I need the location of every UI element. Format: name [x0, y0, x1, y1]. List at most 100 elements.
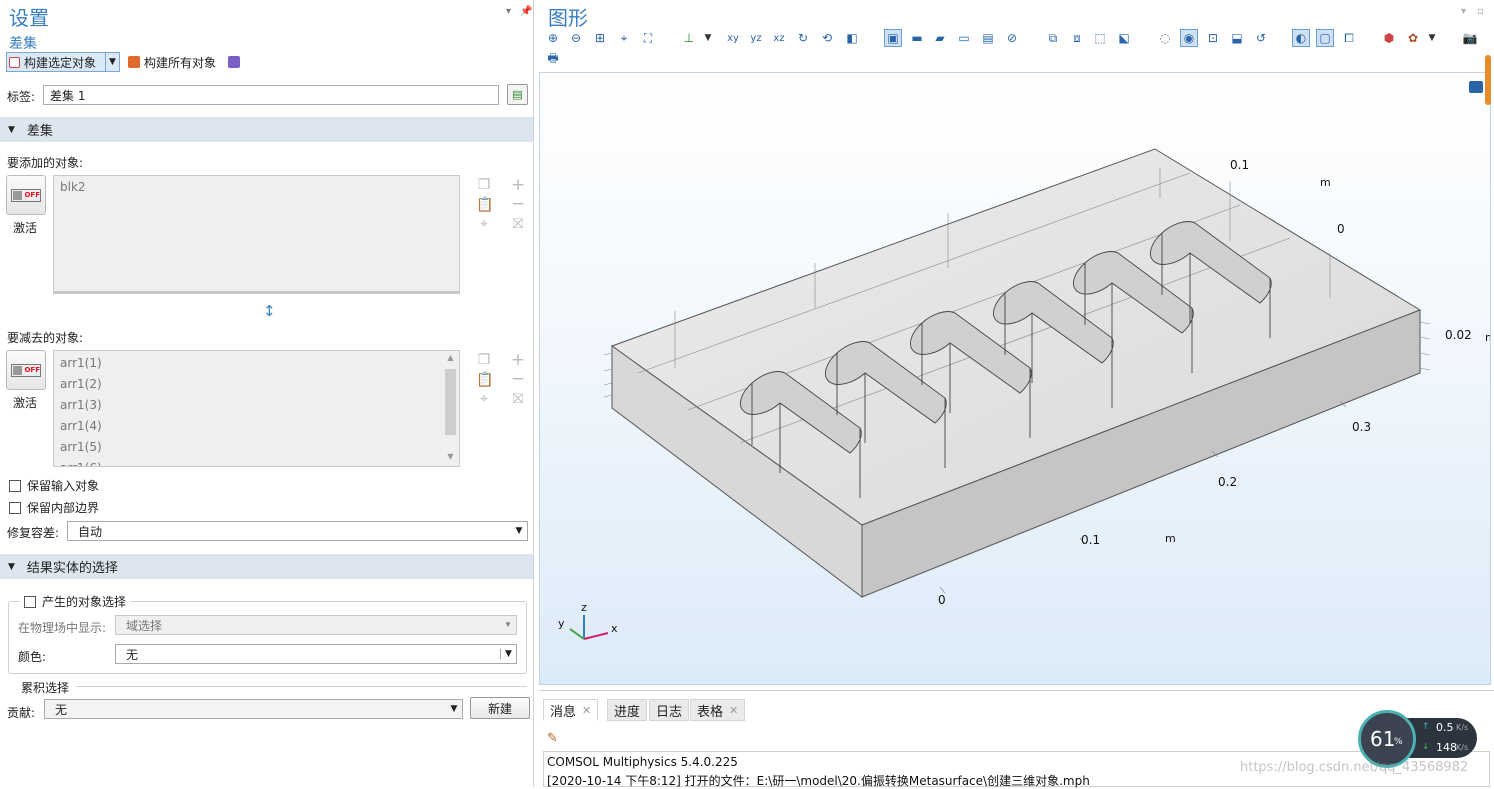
select-boundaries-icon[interactable]: ▰ — [931, 29, 949, 47]
camera-icon[interactable]: 📷 — [1461, 29, 1479, 47]
zoom-selected-icon[interactable]: ⌖ — [615, 29, 633, 47]
color-palette-icon[interactable]: ✿ — [1404, 29, 1422, 47]
label-input[interactable]: 差集 1 — [43, 85, 499, 105]
pin-icon[interactable]: 📌 — [520, 6, 532, 17]
chevron-down-icon[interactable]: ▼ — [446, 704, 462, 714]
grid-icon[interactable]: ⧠ — [1340, 29, 1358, 47]
checkbox-box[interactable] — [9, 479, 21, 492]
rotate-icon[interactable]: ↻ — [794, 29, 812, 47]
section-result-header[interactable]: ▼ 结果实体的选择 — [0, 554, 533, 579]
tab-table[interactable]: 表格 ✕ — [690, 699, 746, 721]
select-domains-icon[interactable]: ▬ — [908, 29, 926, 47]
select-points-icon[interactable]: ▤ — [979, 29, 997, 47]
paste-icon[interactable]: 📋 — [476, 197, 493, 213]
geometry-render-icon[interactable]: ⬢ — [1380, 29, 1398, 47]
scroll-down-icon[interactable]: ▼ — [442, 452, 459, 461]
view-xz-icon[interactable]: xz — [770, 29, 788, 47]
chevron-down-icon[interactable]: ▼ — [105, 53, 119, 71]
maximize-icon[interactable]: ▫ — [1477, 6, 1484, 17]
chevron-down-icon[interactable]: ▼ — [1423, 29, 1441, 47]
remove-icon[interactable]: − — [510, 369, 526, 389]
list-item[interactable]: arr1(5) — [54, 437, 459, 458]
zoom-in-icon[interactable]: ⊕ — [544, 29, 562, 47]
zoom-extents-icon[interactable]: ⛶ — [639, 29, 657, 47]
objects-to-add-list[interactable]: blk2 — [53, 175, 460, 294]
show-icon[interactable]: ◉ — [1180, 29, 1198, 47]
print-icon[interactable]: 🖶 — [544, 50, 562, 68]
chevron-down-icon[interactable]: ▼ — [511, 526, 527, 536]
remove-icon[interactable]: − — [510, 194, 526, 214]
zoom-box-icon[interactable]: ⊞ — [591, 29, 609, 47]
copy-icon[interactable]: ❐ — [476, 352, 492, 368]
select-all-icon[interactable]: ⬚ — [1091, 29, 1109, 47]
clear-selection-icon[interactable]: ⛝ — [510, 216, 526, 232]
box-deselect-icon[interactable]: ⧈ — [1068, 29, 1086, 47]
color-select[interactable]: 无 ▼ — [115, 644, 517, 664]
zoom-selected-icon[interactable]: ⌖ — [476, 391, 492, 407]
list-item[interactable]: arr1(2) — [54, 374, 459, 395]
view-icon[interactable] — [1469, 81, 1483, 93]
close-icon[interactable]: ✕ — [582, 704, 591, 717]
paste-icon[interactable]: 📋 — [476, 372, 493, 388]
label-edit-icon[interactable]: ▤ — [507, 84, 528, 105]
list-item[interactable]: arr1(4) — [54, 416, 459, 437]
copy-icon[interactable]: ❐ — [476, 177, 492, 193]
clear-selection-icon[interactable]: ⛝ — [510, 391, 526, 407]
chevron-down-icon[interactable]: ▼ — [699, 29, 717, 47]
reset-view-icon[interactable]: ⟲ — [818, 29, 836, 47]
build-options-button[interactable] — [228, 52, 240, 72]
box-select-icon[interactable]: ⧉ — [1044, 29, 1062, 47]
scrollbar[interactable]: ▲ ▼ — [442, 351, 459, 466]
view-yz-icon[interactable]: yz — [747, 29, 765, 47]
keep-input-checkbox[interactable]: 保留输入对象 — [9, 477, 99, 494]
tab-progress[interactable]: 进度 — [607, 699, 648, 721]
wireframe-icon[interactable]: ⊡ — [1204, 29, 1222, 47]
geometry-canvas[interactable]: 0.1 m 0 0.02 m 0.3 0.2 0.1 m 0 z x y — [540, 73, 1490, 684]
contribute-select[interactable]: 无 ▼ — [44, 699, 463, 719]
panel-menu-icon[interactable]: ▾ — [1461, 6, 1466, 17]
new-button[interactable]: 新建 — [470, 697, 530, 719]
add-icon[interactable]: + — [510, 350, 526, 370]
clear-all-icon[interactable]: ⬕ — [1115, 29, 1133, 47]
select-edges-icon[interactable]: ▭ — [955, 29, 973, 47]
activate-add-toggle[interactable]: OFF — [6, 175, 46, 215]
list-item[interactable]: arr1(1) — [54, 353, 459, 374]
graphics-viewport[interactable]: 0.1 m 0 0.02 m 0.3 0.2 0.1 m 0 z x y — [539, 72, 1491, 685]
vertical-scrollbar-thumb[interactable] — [1485, 55, 1491, 105]
views-icon[interactable]: ⊥ — [680, 29, 698, 47]
build-selected-button[interactable]: 构建选定对象 ▼ — [6, 52, 120, 72]
zoom-selected-icon[interactable]: ⌖ — [476, 216, 492, 232]
reset-hiding-icon[interactable]: ↺ — [1252, 29, 1270, 47]
zoom-out-icon[interactable]: ⊖ — [567, 29, 585, 47]
tab-log[interactable]: 日志 — [649, 699, 690, 721]
render-icon[interactable]: ▢ — [1316, 29, 1334, 47]
checkbox-box[interactable] — [24, 595, 36, 608]
tab-messages[interactable]: 消息 ✕ — [543, 699, 599, 721]
resize-handle-icon[interactable]: ↕ — [263, 302, 276, 320]
resulting-selection-checkbox[interactable]: 产生的对象选择 — [20, 593, 131, 610]
add-icon[interactable]: + — [510, 175, 526, 195]
panel-menu-icon[interactable]: ▾ — [506, 6, 511, 17]
select-objects-icon[interactable]: ▣ — [884, 29, 902, 47]
section-difference-header[interactable]: ▼ 差集 — [0, 117, 533, 142]
activate-subtract-toggle[interactable]: OFF — [6, 350, 46, 390]
scroll-up-icon[interactable]: ▲ — [442, 353, 459, 362]
view-xy-icon[interactable]: xy — [724, 29, 742, 47]
clear-messages-icon[interactable]: ✎ — [547, 731, 558, 746]
build-all-button[interactable]: 构建所有对象 — [128, 52, 216, 72]
list-item[interactable]: blk2 — [54, 177, 459, 198]
checkbox-box[interactable] — [9, 501, 21, 514]
list-item[interactable]: arr1(6) — [54, 458, 459, 466]
list-item[interactable]: arr1(3) — [54, 395, 459, 416]
clear-selection-icon[interactable]: ⊘ — [1003, 29, 1021, 47]
objects-to-subtract-list[interactable]: arr1(1) arr1(2) arr1(3) arr1(4) arr1(5) … — [53, 350, 460, 467]
scene-light-icon[interactable]: ◐ — [1292, 29, 1310, 47]
orthographic-icon[interactable]: ◧ — [843, 29, 861, 47]
repair-tolerance-select[interactable]: 自动 ▼ — [67, 521, 528, 541]
hide-icon[interactable]: ◌ — [1156, 29, 1174, 47]
scrollbar-thumb[interactable] — [445, 369, 456, 435]
keep-interior-checkbox[interactable]: 保留内部边界 — [9, 499, 99, 516]
transparency-icon[interactable]: ⬓ — [1228, 29, 1246, 47]
chevron-down-icon[interactable]: ▼ — [500, 649, 516, 659]
close-icon[interactable]: ✕ — [729, 704, 738, 717]
